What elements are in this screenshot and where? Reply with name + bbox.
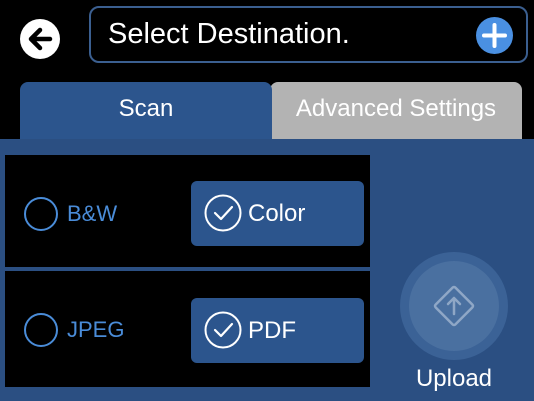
- color-label: Color: [248, 200, 306, 227]
- check-circle-icon: [204, 194, 242, 232]
- bw-radio[interactable]: [24, 197, 58, 231]
- color-option-button[interactable]: Color: [191, 181, 364, 246]
- bw-label[interactable]: B&W: [67, 201, 117, 227]
- back-button[interactable]: [20, 19, 60, 59]
- upload-button[interactable]: [400, 252, 508, 360]
- destination-text: Select Destination.: [108, 18, 350, 50]
- jpeg-radio[interactable]: [24, 313, 58, 347]
- add-destination-button[interactable]: [476, 17, 513, 54]
- upload-label: Upload: [415, 365, 493, 392]
- tab-scan[interactable]: Scan: [20, 82, 272, 140]
- destination-field[interactable]: Select Destination.: [89, 6, 528, 63]
- check-circle-icon: [204, 311, 242, 349]
- pdf-label: PDF: [248, 317, 296, 344]
- arrow-left-icon: [28, 27, 53, 51]
- jpeg-label[interactable]: JPEG: [67, 317, 124, 343]
- options-divider: [5, 267, 370, 271]
- pdf-option-button[interactable]: PDF: [191, 298, 364, 363]
- plus-icon: [482, 23, 507, 48]
- tab-advanced-settings[interactable]: Advanced Settings: [270, 82, 522, 140]
- diamond-upload-icon: [433, 285, 475, 327]
